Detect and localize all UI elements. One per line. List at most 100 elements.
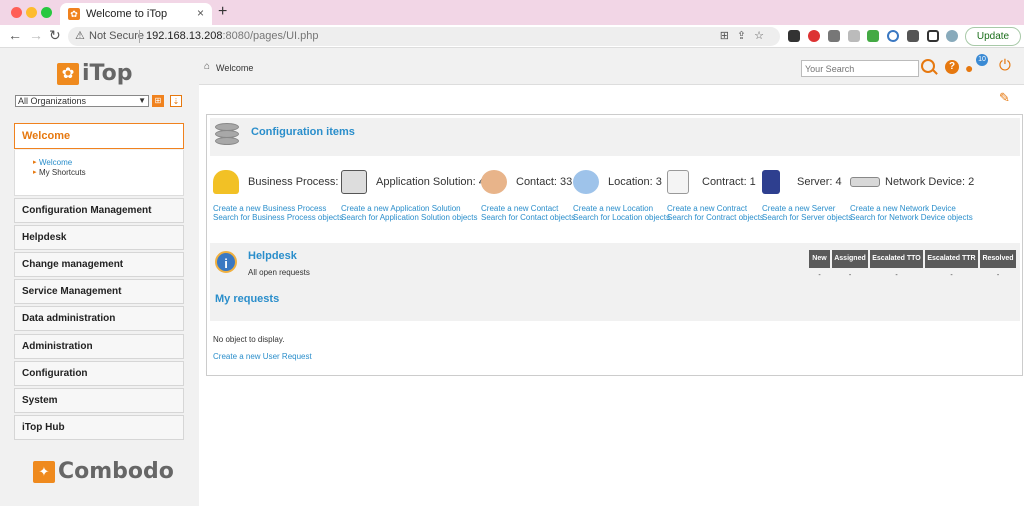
value-assigned[interactable]: - — [832, 272, 868, 279]
itop-logo-text: iTop — [82, 61, 133, 86]
extension-icon[interactable] — [828, 30, 840, 42]
my-requests-title: My requests — [215, 293, 280, 305]
column-header-escalated-tto[interactable]: Escalated TTO — [870, 250, 923, 268]
search-application-solution-link[interactable]: Search for Application Solution objects — [341, 213, 478, 222]
search-network-device-link[interactable]: Search for Network Device objects — [850, 213, 973, 222]
back-icon[interactable]: ← — [8, 27, 22, 43]
pin-icon[interactable]: ⇣ — [170, 95, 182, 107]
menu-welcome[interactable]: Welcome — [14, 123, 184, 149]
ci-count-label: Server: 4 — [797, 176, 842, 188]
ci-count-label: Application Solution: 4 — [376, 176, 485, 188]
itop-favicon-icon: ✿ — [68, 8, 80, 20]
url-path: :8080/pages/UI.php — [222, 30, 319, 42]
adblock-icon[interactable] — [808, 30, 820, 42]
search-contact-link[interactable]: Search for Contact objects — [481, 213, 575, 222]
sidebar: ✿ iTop All Organizations ▼ ⊞ ⇣ Welcome ▸… — [0, 48, 199, 506]
value-escalated-ttr[interactable]: - — [925, 272, 978, 279]
window-zoom-button[interactable] — [41, 7, 52, 18]
share-icon[interactable]: ⇪ — [737, 30, 754, 42]
search-business-process-link[interactable]: Search for Business Process objects — [213, 213, 343, 222]
new-tab-icon[interactable]: + — [218, 3, 227, 21]
submenu-item-my-shortcuts[interactable]: ▸ My Shortcuts — [33, 168, 86, 177]
create-server-link[interactable]: Create a new Server — [762, 204, 835, 213]
profile-avatar[interactable] — [946, 30, 958, 42]
value-resolved[interactable]: - — [980, 272, 1016, 279]
translate-icon[interactable]: ⊞ — [720, 30, 737, 42]
create-location-link[interactable]: Create a new Location — [573, 204, 653, 213]
extension-icon[interactable] — [867, 30, 879, 42]
organization-tree-icon[interactable]: ⊞ — [152, 95, 164, 107]
contract-icon — [667, 170, 689, 194]
dashboard: Configuration items Business Process: 0 … — [206, 114, 1023, 376]
itop-logo[interactable]: ✿ iTop — [57, 61, 133, 87]
menu-change-management[interactable]: Change management — [14, 252, 184, 277]
address-bar-actions[interactable]: ⊞⇪☆ — [720, 29, 772, 42]
extension-icon[interactable] — [887, 30, 899, 42]
network-device-icon — [850, 177, 880, 187]
menu-configuration-management[interactable]: Configuration Management — [14, 198, 184, 223]
column-header-new[interactable]: New — [809, 250, 830, 268]
menu-configuration[interactable]: Configuration — [14, 361, 184, 386]
menu-service-management[interactable]: Service Management — [14, 279, 184, 304]
welcome-submenu: ▸ Welcome ▸ My Shortcuts — [14, 150, 184, 196]
create-application-solution-link[interactable]: Create a new Application Solution — [341, 204, 461, 213]
search-icon[interactable] — [921, 59, 935, 73]
notification-count-badge: 10 — [976, 54, 988, 66]
submenu-item-label: My Shortcuts — [39, 168, 86, 177]
reload-icon[interactable]: ↻ — [49, 27, 61, 44]
create-contract-link[interactable]: Create a new Contract — [667, 204, 747, 213]
no-object-message: No object to display. — [213, 335, 285, 344]
search-contract-link[interactable]: Search for Contract objects — [667, 213, 764, 222]
organization-select[interactable]: All Organizations ▼ — [15, 95, 149, 107]
url-host: 192.168.13.208 — [146, 30, 223, 42]
tab-title: Welcome to iTop — [86, 8, 168, 20]
help-icon[interactable]: ? — [945, 60, 959, 74]
configuration-items-header: Configuration items — [210, 118, 1020, 156]
create-network-device-link[interactable]: Create a new Network Device — [850, 204, 956, 213]
window-close-button[interactable] — [11, 7, 22, 18]
combodo-logo-text: Combodo — [58, 459, 174, 484]
combodo-logo[interactable]: ✦ Combodo — [33, 459, 174, 486]
column-header-assigned[interactable]: Assigned — [832, 250, 868, 268]
menu-itop-hub[interactable]: iTop Hub — [14, 415, 184, 440]
location-icon — [573, 170, 599, 194]
bullet-arrow-icon: ▸ — [33, 169, 37, 176]
address-bar[interactable]: ⚠ Not Secure 192.168.13.208:8080/pages/U… — [68, 27, 780, 46]
search-location-link[interactable]: Search for Location objects — [573, 213, 670, 222]
business-process-icon — [213, 170, 239, 194]
extension-icon[interactable] — [788, 30, 800, 42]
puzzle-icon[interactable] — [907, 30, 919, 42]
bookmark-star-icon[interactable]: ☆ — [754, 30, 772, 42]
breadcrumb[interactable]: Welcome — [216, 63, 253, 73]
menu-system[interactable]: System — [14, 388, 184, 413]
sidebar-icon[interactable] — [927, 30, 939, 42]
menu-data-administration[interactable]: Data administration — [14, 306, 184, 331]
window-minimize-button[interactable] — [26, 7, 37, 18]
create-contact-link[interactable]: Create a new Contact — [481, 204, 558, 213]
notifications-icon[interactable]: ● — [965, 60, 973, 76]
home-icon[interactable]: ⌂ — [204, 61, 210, 72]
contact-icon — [481, 170, 507, 194]
create-user-request-link[interactable]: Create a new User Request — [213, 352, 312, 361]
column-header-escalated-ttr[interactable]: Escalated TTR — [925, 250, 978, 268]
create-business-process-link[interactable]: Create a new Business Process — [213, 204, 326, 213]
column-header-resolved[interactable]: Resolved — [980, 250, 1016, 268]
submenu-item-welcome[interactable]: ▸ Welcome — [33, 158, 72, 167]
search-server-link[interactable]: Search for Server objects — [762, 213, 852, 222]
server-icon — [762, 170, 780, 194]
update-button[interactable]: Update — [965, 27, 1021, 46]
helpdesk-header: i Helpdesk All open requests My requests… — [210, 243, 1020, 321]
value-escalated-tto[interactable]: - — [870, 272, 923, 279]
forward-icon[interactable]: → — [29, 27, 43, 43]
address-divider — [139, 30, 140, 43]
tab-close-icon[interactable]: × — [197, 6, 204, 20]
logoff-icon[interactable]: ⏻ — [999, 57, 1011, 74]
menu-helpdesk[interactable]: Helpdesk — [14, 225, 184, 250]
menu-administration[interactable]: Administration — [14, 334, 184, 359]
global-search-input[interactable] — [801, 60, 919, 77]
value-new[interactable]: - — [809, 272, 830, 279]
configuration-items-title: Configuration items — [251, 126, 355, 138]
edit-dashboard-icon[interactable]: ✎ — [999, 90, 1010, 106]
shield-icon[interactable] — [848, 30, 860, 42]
browser-tab[interactable]: ✿ Welcome to iTop × — [60, 3, 212, 25]
